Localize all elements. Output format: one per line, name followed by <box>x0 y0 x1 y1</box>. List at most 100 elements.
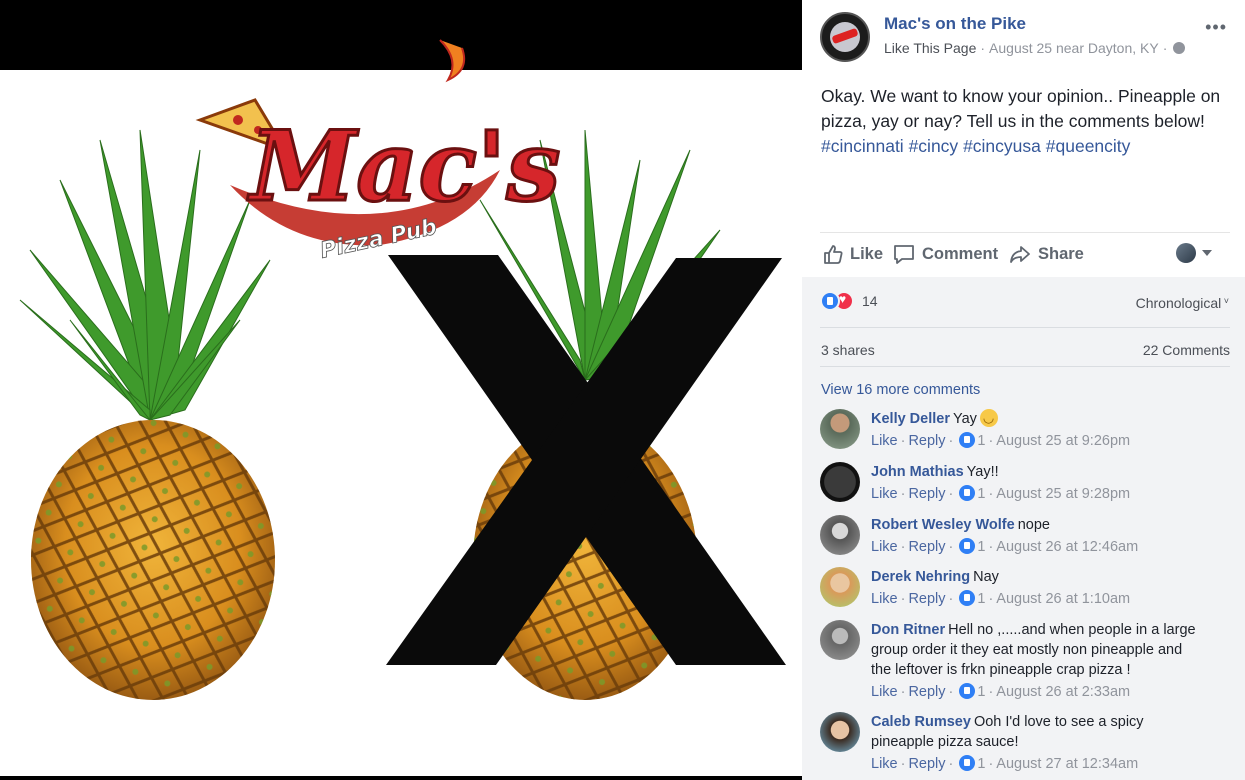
comment-icon <box>894 245 914 264</box>
comment-body: Caleb Rumsey Ooh I'd love to see a spicy … <box>871 712 1206 774</box>
comment-like-count[interactable]: 1 <box>977 591 985 607</box>
comment-reply-link[interactable]: Reply <box>908 433 945 449</box>
comment-author[interactable]: Robert Wesley Wolfe <box>871 517 1015 533</box>
comment-time[interactable]: August 27 at 12:34am <box>996 756 1138 772</box>
page-name[interactable]: Mac's on the Pike <box>884 14 1026 34</box>
like-count-icon <box>959 538 976 554</box>
share-icon <box>1010 246 1030 263</box>
macs-logo: Mac's Pizza Pub <box>195 39 562 264</box>
like-button[interactable]: Like <box>822 243 883 265</box>
share-button[interactable]: Share <box>1008 243 1084 265</box>
avatar[interactable] <box>820 462 860 502</box>
avatar[interactable] <box>820 567 860 607</box>
comment-text: Nay <box>973 569 999 585</box>
like-page-link[interactable]: Like This Page <box>884 40 976 56</box>
comment-meta: Like · Reply · 1 · August 26 at 12:46am <box>871 538 1139 555</box>
comment-time[interactable]: August 26 at 1:10am <box>996 591 1130 607</box>
meta-separator: · <box>980 40 986 56</box>
avatar[interactable] <box>820 409 860 449</box>
hashtag[interactable]: #cincyusa <box>963 136 1041 156</box>
comment-meta: Like · Reply · 1 · August 26 at 2:33am <box>871 683 1131 700</box>
post-panel: Mac's on the Pike Like This Page · August … <box>802 0 1245 780</box>
comment-meta: Like · Reply · 1 · August 25 at 9:26pm <box>871 432 1131 449</box>
comment-body: Robert Wesley Wolfe nope Like · Reply · 1 · Aug… <box>871 515 1206 557</box>
comment-author[interactable]: Derek Nehring <box>871 569 970 585</box>
post-text: Okay. We want to know your opinion.. Pin… <box>821 84 1231 159</box>
comment-like-count[interactable]: 1 <box>977 539 985 555</box>
page-avatar[interactable] <box>820 12 870 62</box>
comments-section: 14 Chronological 3 shares 22 Comments Vi… <box>802 277 1245 780</box>
meta-separator: · <box>1162 40 1168 56</box>
viewer-avatar <box>1176 243 1196 263</box>
comment-author[interactable]: Caleb Rumsey <box>871 714 971 730</box>
comment-reply-link[interactable]: Reply <box>908 591 945 607</box>
comment-time[interactable]: August 25 at 9:26pm <box>996 433 1130 449</box>
comment-body: Don Ritner Hell no ,.....and when people … <box>871 620 1206 702</box>
hashtag[interactable]: #queencity <box>1046 136 1131 156</box>
post-as-selector[interactable] <box>1176 243 1212 263</box>
comment-like-link[interactable]: Like <box>871 756 898 772</box>
comment-meta: Like · Reply · 1 · August 27 at 12:34am <box>871 755 1139 772</box>
comment-reply-link[interactable]: Reply <box>908 539 945 555</box>
avatar[interactable] <box>820 712 860 752</box>
comment-like-link[interactable]: Like <box>871 433 898 449</box>
post-meta: Like This Page · August 25 near Dayton, KY… <box>884 40 1186 56</box>
view-more-comments-link[interactable]: View 16 more comments <box>821 382 980 398</box>
comment-like-link[interactable]: Like <box>871 486 898 502</box>
comment-body: Derek Nehring Nay Like · Reply · 1 · August 26 … <box>871 567 1206 609</box>
comment-reply-link[interactable]: Reply <box>908 684 945 700</box>
comment-meta: Like · Reply · 1 · August 25 at 9:28pm <box>871 485 1131 502</box>
comment-like-link[interactable]: Like <box>871 539 898 555</box>
comment-like-count[interactable]: 1 <box>977 756 985 772</box>
post-photo[interactable]: Mac's Pizza Pub <box>0 0 802 780</box>
comment-time[interactable]: August 26 at 2:33am <box>996 684 1130 700</box>
comment-reply-link[interactable]: Reply <box>908 756 945 772</box>
post-header: Mac's on the Pike Like This Page · August … <box>820 12 1235 64</box>
comment-reply-link[interactable]: Reply <box>908 486 945 502</box>
like-reaction-icon <box>820 291 840 311</box>
shares-count[interactable]: 3 shares <box>821 342 875 358</box>
hashtags: #cincinnati #cincy #cincyusa #queencity <box>821 136 1130 156</box>
comment-body: Kelly DellerYay Like·Reply·1·August 25 a… <box>871 408 1206 451</box>
comment-author[interactable]: Don Ritner <box>871 622 945 638</box>
left-pineapple-leaves <box>19 129 271 422</box>
reaction-count: 14 <box>862 293 878 309</box>
comments-count[interactable]: 22 Comments <box>1143 342 1230 358</box>
like-count-icon <box>959 755 976 771</box>
like-count-icon <box>959 683 976 699</box>
comment-time[interactable]: August 26 at 12:46am <box>996 539 1138 555</box>
comment-author[interactable]: John Mathias <box>871 464 964 480</box>
more-options-icon[interactable]: ••• <box>1205 18 1227 36</box>
like-count-icon <box>959 485 976 501</box>
reactions-summary[interactable]: 14 <box>820 291 878 311</box>
comment-text: nope <box>1017 517 1050 533</box>
chevron-down-icon <box>1202 250 1212 256</box>
comment-author[interactable]: Kelly Deller <box>871 411 950 427</box>
hashtag[interactable]: #cincinnati <box>821 136 904 156</box>
hashtag[interactable]: #cincy <box>909 136 959 156</box>
comment-time[interactable]: August 25 at 9:28pm <box>996 486 1130 502</box>
comment-text: Yay <box>953 411 977 427</box>
thumbs-up-icon <box>824 245 843 264</box>
comment-text: Yay!! <box>966 464 999 480</box>
post-date-location[interactable]: August 25 near Dayton, KY <box>989 40 1159 56</box>
comment-button[interactable]: Comment <box>892 243 998 265</box>
left-pineapple-body <box>31 420 275 700</box>
like-count-icon <box>959 432 976 448</box>
post-actions: Like Comment Share <box>820 232 1230 276</box>
comment-body: John Mathias Yay!! Like · Reply · 1 · August 25… <box>871 462 1206 504</box>
comment-like-count[interactable]: 1 <box>977 684 985 700</box>
avatar[interactable] <box>820 620 860 660</box>
post-stats: 3 shares 22 Comments <box>820 327 1230 367</box>
comment-order-dropdown[interactable]: Chronological <box>1136 295 1229 311</box>
avatar[interactable] <box>820 515 860 555</box>
comment-like-count[interactable]: 1 <box>977 433 985 449</box>
smile-emoji-icon <box>979 408 998 428</box>
post-body: Okay. We want to know your opinion.. Pin… <box>821 86 1221 131</box>
comment-like-count[interactable]: 1 <box>977 486 985 502</box>
comment-meta: Like · Reply · 1 · August 26 at 1:10am <box>871 590 1131 607</box>
comment-like-link[interactable]: Like <box>871 591 898 607</box>
comment-like-link[interactable]: Like <box>871 684 898 700</box>
globe-icon <box>1173 42 1186 54</box>
like-label: Like <box>850 244 884 263</box>
